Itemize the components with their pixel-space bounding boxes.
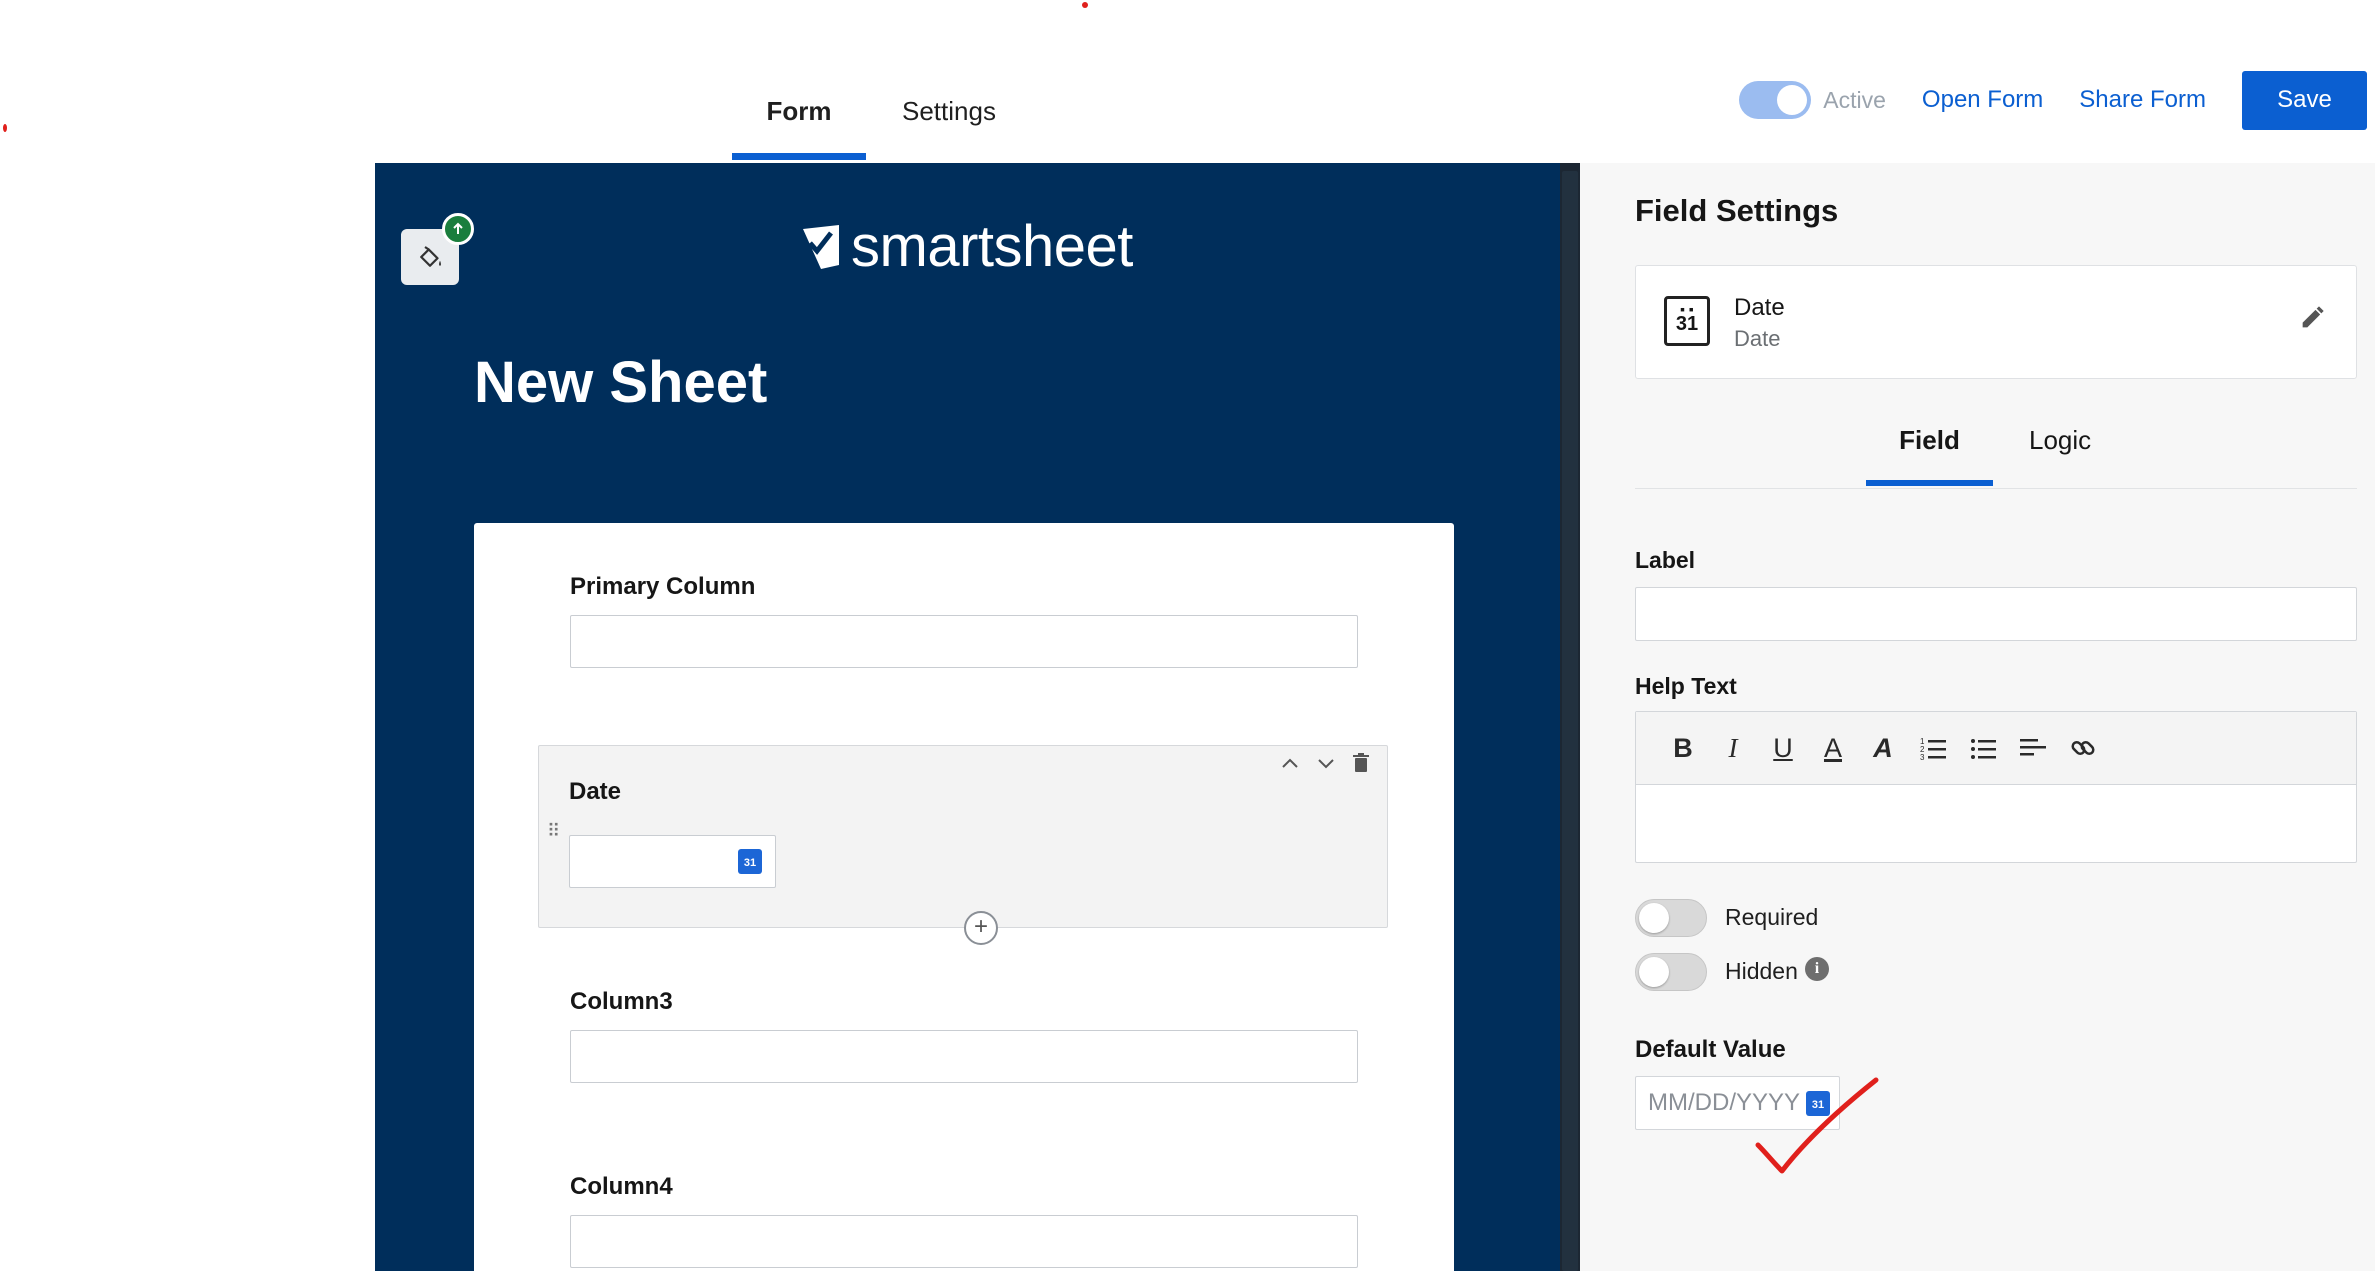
tab-logic[interactable]: Logic <box>2029 408 2091 486</box>
logo-text: smartsheet <box>851 214 1133 279</box>
label-input[interactable] <box>1635 587 2357 641</box>
svg-text:3: 3 <box>1920 753 1925 760</box>
annotation-checkmark <box>1755 1077 1879 1174</box>
active-toggle[interactable] <box>1739 81 1812 119</box>
edit-pencil-icon[interactable] <box>2298 304 2326 337</box>
link-icon[interactable] <box>2058 726 2108 770</box>
field-label-column4: Column4 <box>570 1173 673 1200</box>
highlight-color-icon[interactable]: A <box>1858 726 1908 770</box>
calendar-icon: ▪ ▪ 31 <box>1664 296 1710 346</box>
move-down-icon[interactable] <box>1315 752 1337 780</box>
open-form-link[interactable]: Open Form <box>1922 86 2043 114</box>
tab-field[interactable]: Field <box>1866 408 1993 486</box>
field-settings-panel: Field Settings ▪ ▪ 31 Date Date Field Lo… <box>1580 163 2375 1271</box>
smartsheet-logo-icon <box>803 224 839 269</box>
field-label-primary-column: Primary Column <box>570 573 756 600</box>
tabs-divider <box>1635 488 2357 489</box>
help-text-editor: B I U A A 123 <box>1635 711 2357 863</box>
bulleted-list-icon[interactable] <box>1958 726 2008 770</box>
required-label: Required <box>1725 904 1819 930</box>
field-type-card: ▪ ▪ 31 Date Date <box>1635 265 2357 379</box>
paint-bucket-icon <box>420 246 441 267</box>
field-card-name: Date <box>1734 294 1785 321</box>
tab-form[interactable]: Form <box>732 78 866 160</box>
panel-title: Field Settings <box>1635 193 1839 228</box>
date-input[interactable]: 31 <box>569 835 776 888</box>
form-title[interactable]: New Sheet <box>474 349 767 416</box>
selected-field-date[interactable]: Date ⠿ 31 + <box>538 745 1388 945</box>
default-value-heading: Default Value <box>1635 1036 1786 1063</box>
toggle-knob <box>1639 957 1669 987</box>
drag-handle-icon[interactable]: ⠿ <box>547 822 560 840</box>
italic-icon[interactable]: I <box>1708 726 1758 770</box>
active-label: Active <box>1823 86 1886 113</box>
top-tabs: Form Settings <box>732 78 1032 160</box>
save-button[interactable]: Save <box>2242 70 2367 130</box>
smartsheet-logo: smartsheet <box>803 213 1133 280</box>
underline-icon[interactable]: U <box>1758 726 1808 770</box>
delete-trash-icon[interactable] <box>1351 752 1371 780</box>
field-label-date: Date <box>569 778 622 805</box>
upgrade-badge-icon <box>442 213 474 245</box>
field-label-column3: Column3 <box>570 988 673 1015</box>
column4-input[interactable] <box>570 1215 1358 1268</box>
form-canvas: smartsheet New Sheet Primary Column Date… <box>375 163 1580 1271</box>
annotation-dot <box>1082 2 1088 8</box>
add-field-button[interactable]: + <box>964 911 998 945</box>
toggle-knob <box>1639 903 1669 933</box>
primary-column-input[interactable] <box>570 615 1358 668</box>
annotation-dot <box>3 124 7 132</box>
hidden-toggle[interactable] <box>1635 953 1707 991</box>
field-card-type: Date <box>1734 326 1781 351</box>
bold-icon[interactable]: B <box>1658 726 1708 770</box>
header-actions: Active Open Form Share Form Save <box>1739 70 2367 130</box>
align-left-icon[interactable] <box>2008 726 2058 770</box>
tab-settings[interactable]: Settings <box>866 78 1032 160</box>
field-logic-tabs: Field Logic <box>1866 408 2091 486</box>
label-heading: Label <box>1635 547 1696 573</box>
form-card: Primary Column Date ⠿ 31 + Column3 Colum… <box>474 523 1454 1271</box>
toggle-knob <box>1777 85 1808 115</box>
font-color-icon[interactable]: A <box>1808 726 1858 770</box>
move-up-icon[interactable] <box>1279 752 1301 780</box>
numbered-list-icon[interactable]: 123 <box>1908 726 1958 770</box>
column3-input[interactable] <box>570 1030 1358 1083</box>
help-text-heading: Help Text <box>1635 673 1737 699</box>
required-toggle[interactable] <box>1635 899 1707 937</box>
hidden-label: Hidden <box>1725 958 1798 984</box>
info-icon[interactable]: i <box>1805 957 1829 981</box>
calendar-day: 31 <box>1675 313 1699 335</box>
scrollbar-thumb[interactable] <box>1562 171 1578 1271</box>
calendar-icon[interactable]: 31 <box>738 849 762 874</box>
share-form-link[interactable]: Share Form <box>2079 86 2206 114</box>
rich-text-toolbar: B I U A A 123 <box>1636 712 2356 785</box>
canvas-scrollbar[interactable] <box>1560 163 1580 1271</box>
